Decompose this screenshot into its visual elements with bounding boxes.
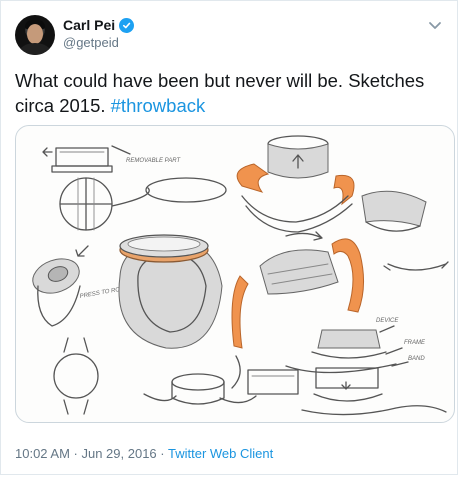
tweet-body: What could have been but never will be. … xyxy=(15,70,425,116)
author-handle[interactable]: @getpeid xyxy=(63,35,119,50)
sketch-middle-strap xyxy=(231,231,364,389)
tweet-card: Carl Pei @getpeid What could have been b… xyxy=(0,0,458,475)
sketch-ring-band xyxy=(118,234,223,349)
sketch-top-strap xyxy=(236,135,355,233)
author-avatar[interactable] xyxy=(15,15,55,55)
hashtag-link[interactable]: #throwback xyxy=(111,95,206,116)
watch-sketches-drawing: REMOVABLE PART PRESS TO ROTATE BOTTOM CA… xyxy=(32,135,449,416)
sketch-top-module: REMOVABLE PART xyxy=(42,145,181,173)
sketch-round-face xyxy=(59,177,227,231)
author-name-row: Carl Pei xyxy=(63,17,135,33)
sketch-right-module xyxy=(361,190,449,271)
tweet-image[interactable]: REMOVABLE PART PRESS TO ROTATE BOTTOM CA… xyxy=(15,125,455,423)
label-frame: FRAME xyxy=(404,340,426,346)
client-link[interactable]: Twitter Web Client xyxy=(168,446,273,461)
sketch-layered-module: DEVICE FRAME BAND xyxy=(285,318,426,374)
note-removable-part: REMOVABLE PART xyxy=(126,158,181,164)
author-name[interactable]: Carl Pei xyxy=(63,17,115,33)
label-device: DEVICE xyxy=(376,318,399,324)
chevron-down-icon[interactable] xyxy=(426,19,444,33)
tweet-meta: 10:02 AM · Jun 29, 2016 · Twitter Web Cl… xyxy=(15,446,273,461)
verified-badge-icon xyxy=(119,17,135,33)
label-band: BAND xyxy=(408,356,425,362)
timestamp[interactable]: 10:02 AM · Jun 29, 2016 · xyxy=(15,446,165,461)
tweet-text: What could have been but never will be. … xyxy=(15,68,447,118)
sketch-bottom-row xyxy=(53,337,447,416)
